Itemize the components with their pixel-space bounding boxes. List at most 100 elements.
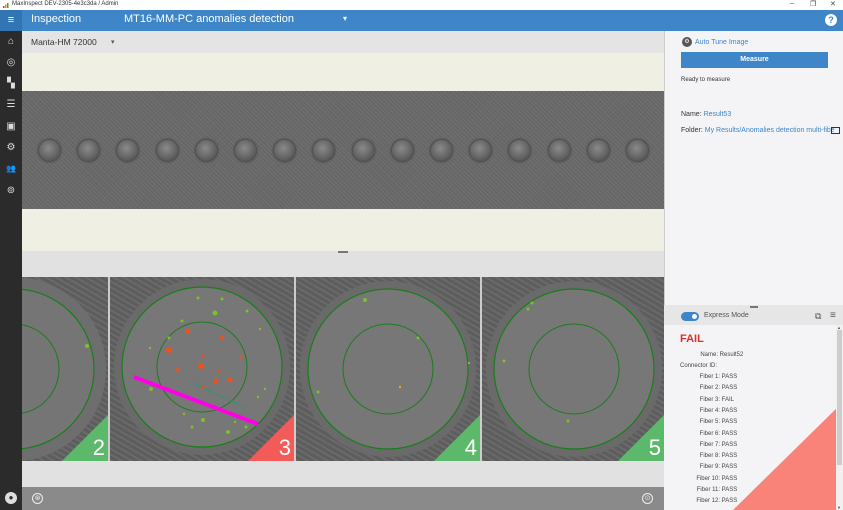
fiber-label: Fiber 9:	[699, 464, 720, 471]
fiber-result-row: Fiber 6: PASS	[680, 430, 738, 437]
fiber-result-row: Fiber 11: PASS	[680, 487, 737, 493]
name-value[interactable]: Result53	[704, 111, 732, 118]
results-header: Express Mode ⧉ ≡	[664, 310, 843, 325]
fiber-label: Fiber 7:	[699, 441, 720, 448]
measure-status: Ready to measure	[681, 77, 731, 83]
users-icon[interactable]: 👥	[4, 162, 18, 176]
fiber-thumbnail-2[interactable]: 2	[22, 277, 108, 461]
fiber-label: Fiber 4:	[699, 407, 720, 414]
fiber-status: FAIL	[721, 396, 735, 403]
fiber-end[interactable]	[313, 140, 335, 161]
fiber-status: PASS	[721, 430, 738, 437]
express-mode-label: Express Mode	[704, 312, 749, 319]
splitter-grip[interactable]	[338, 251, 348, 253]
fiber-label: Fiber 3:	[699, 396, 720, 403]
fiber-status: PASS	[721, 453, 738, 460]
view-splitter[interactable]	[22, 251, 664, 277]
fiber-label: Fiber 2:	[699, 385, 720, 392]
menu-icon[interactable]: ≡	[830, 310, 836, 321]
external-link-icon[interactable]: ⧉	[815, 311, 821, 322]
window-title: MaxInspect DEV-2305-4e3c3da / Admin	[12, 1, 119, 7]
splitter-grip[interactable]	[750, 306, 758, 308]
help-icon[interactable]: ?	[825, 14, 837, 26]
fiber-end[interactable]	[431, 140, 452, 161]
device-selector[interactable]: Manta-HM 72000	[31, 37, 97, 47]
fiber-end[interactable]	[156, 140, 178, 161]
app-bar: ≡ Inspection MT16-MM-PC anomalies detect…	[0, 10, 843, 31]
fiber-end[interactable]	[470, 140, 492, 161]
result-name-row: Name: Result52	[680, 352, 743, 358]
sliders-icon[interactable]: ☰	[4, 98, 18, 112]
fiber-status: PASS	[721, 475, 738, 482]
fiber-end[interactable]	[274, 140, 296, 161]
fiber-label: Fiber 6:	[699, 430, 720, 437]
fail-indicator	[733, 402, 843, 510]
gallery-icon[interactable]: ▣	[4, 120, 18, 134]
aperture-icon[interactable]: ⊛	[32, 493, 43, 504]
name-label: Name:	[700, 352, 718, 358]
fiber-end[interactable]	[195, 140, 217, 161]
fiber-label: Fiber 11:	[696, 487, 720, 493]
fiber-end[interactable]	[391, 140, 413, 161]
fiber-label: Fiber 12:	[696, 498, 720, 505]
fiber-result-row: Fiber 3: FAIL	[680, 397, 734, 403]
fiber-end[interactable]	[78, 140, 100, 161]
measure-button[interactable]: Measure	[681, 52, 828, 68]
fiber-result-row: Fiber 8: PASS	[680, 453, 738, 460]
device-bar: Manta-HM 72000 ▾	[22, 31, 664, 53]
results-scrollbar[interactable]: ▲ ▼	[836, 325, 843, 510]
fiber-end[interactable]	[509, 140, 531, 161]
express-mode-toggle[interactable]	[681, 312, 699, 321]
fiber-end[interactable]	[117, 140, 139, 161]
chevron-down-icon[interactable]: ▾	[111, 38, 115, 46]
fiber-status: PASS	[721, 487, 738, 493]
user-icon[interactable]: ●	[5, 492, 17, 504]
fiber-end[interactable]	[627, 140, 648, 161]
fiber-thumbnail-4[interactable]: 4	[296, 277, 480, 461]
sidebar: ⌂ ◎ ▚ ☰ ▣ ⚙ 👥 ⊚	[0, 31, 22, 510]
name-label: Name:	[681, 111, 702, 118]
fiber-end[interactable]	[39, 140, 60, 161]
connector-image[interactable]	[22, 91, 664, 209]
chevron-down-icon[interactable]: ▾	[343, 14, 347, 23]
maximize-button[interactable]: ❐	[810, 0, 816, 8]
home-icon[interactable]: ⌂	[4, 35, 18, 49]
fiber-label: Fiber 5:	[699, 419, 720, 426]
menu-icon[interactable]: ≡	[0, 10, 22, 31]
support-icon[interactable]: ⊚	[4, 184, 18, 198]
live-view	[22, 53, 664, 251]
results-panel: FAIL Name: Result52 Connector ID: Fiber …	[664, 325, 843, 510]
fiber-number: 5	[648, 435, 661, 460]
fiber-end[interactable]	[587, 140, 609, 161]
fiber-number: 3	[278, 435, 291, 460]
settings-icon[interactable]: ⚙	[4, 141, 18, 155]
fiber-label: Fiber 10:	[696, 475, 720, 482]
result-name: Name: Result53	[681, 111, 731, 118]
fiber-result-row: Fiber 5: PASS	[680, 419, 738, 426]
scroll-down-icon[interactable]: ▼	[837, 505, 841, 510]
fiber-end[interactable]	[352, 140, 374, 161]
fiber-end[interactable]	[548, 140, 570, 161]
auto-tune-label: Auto Tune Image	[695, 38, 749, 46]
fiber-label: Fiber 8:	[699, 453, 720, 460]
target-icon[interactable]: ◎	[4, 56, 18, 70]
fiber-number: 2	[92, 435, 105, 460]
fiber-number: 4	[464, 435, 477, 460]
minimize-button[interactable]: –	[790, 0, 794, 7]
fiber-label: Fiber 1:	[699, 374, 720, 380]
bottom-toolbar: ⊛ ⊙	[22, 487, 664, 510]
capture-icon[interactable]: ⊙	[642, 493, 653, 504]
fiber-thumbnail-3[interactable]: 3	[110, 277, 294, 461]
window-title-bar: MaxInspect DEV-2305-4e3c3da / Admin – ❐ …	[0, 0, 843, 10]
test-profile-selector[interactable]: MT16-MM-PC anomalies detection	[124, 13, 294, 25]
folder-icon[interactable]	[831, 127, 840, 134]
close-button[interactable]: ✕	[830, 0, 836, 8]
fiber-status: PASS	[721, 441, 738, 448]
fiber-thumbnail-5[interactable]: 5	[482, 277, 664, 461]
folder-value[interactable]: My Results/Anomalies detection multi-fib…	[705, 127, 835, 134]
fiber-end[interactable]	[235, 140, 256, 161]
fiber-thumbnails: 2 3 4 5	[22, 277, 664, 461]
map-icon[interactable]: ▚	[4, 77, 18, 91]
auto-tune-link[interactable]: ⚙ Auto Tune Image	[682, 37, 748, 47]
scrollbar-thumb[interactable]	[837, 330, 842, 465]
